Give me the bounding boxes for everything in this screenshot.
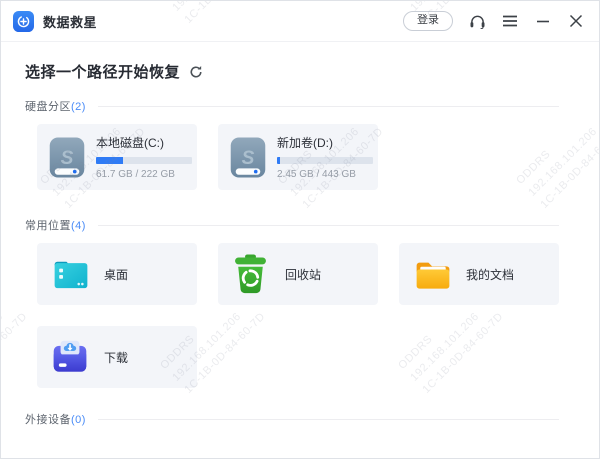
minimize-icon[interactable]: [534, 12, 552, 30]
location-card-documents[interactable]: 我的文档: [399, 243, 559, 305]
headset-icon[interactable]: [468, 12, 486, 30]
hard-drive-icon: S: [228, 135, 268, 180]
location-card-desktop[interactable]: 桌面: [37, 243, 197, 305]
section-external-header: 外接设备(0): [25, 411, 559, 427]
close-icon[interactable]: [567, 12, 585, 30]
location-name: 回收站: [285, 266, 321, 283]
drive-card-d[interactable]: S 新加卷(D:) 2.45 GB / 443 GB: [218, 124, 378, 190]
hard-drive-icon: S: [47, 135, 87, 180]
divider: [98, 419, 559, 420]
location-card-downloads[interactable]: 下载: [37, 326, 197, 388]
refresh-icon[interactable]: [189, 65, 203, 79]
desktop-folder-icon: [51, 254, 91, 294]
section-count: (4): [71, 220, 86, 232]
location-name: 我的文档: [466, 266, 514, 283]
main-content: 选择一个路径开始恢复 硬盘分区(2): [1, 61, 599, 427]
drive-name: 本地磁盘(C:): [96, 134, 186, 151]
location-card-recycle-bin[interactable]: 回收站: [218, 243, 378, 305]
drive-usage-text: 2.45 GB / 443 GB: [277, 169, 367, 180]
section-partitions-header: 硬盘分区(2): [25, 98, 559, 114]
titlebar-controls: 登录: [403, 11, 585, 31]
page-title: 选择一个路径开始恢复: [25, 61, 180, 82]
app-title: 数据救星: [43, 12, 97, 31]
svg-text:S: S: [242, 147, 255, 168]
section-label: 常用位置(4): [25, 217, 86, 233]
app-logo-icon: [13, 11, 34, 32]
app-window: 数据救星 登录: [0, 0, 600, 459]
drive-usage-bar: [96, 157, 192, 164]
location-name: 桌面: [104, 266, 128, 283]
section-count: (0): [71, 414, 86, 426]
documents-folder-icon: [413, 254, 453, 294]
divider: [98, 106, 559, 107]
drive-usage-bar: [277, 157, 373, 164]
downloads-icon: [51, 337, 91, 377]
recycle-bin-icon: [232, 254, 272, 294]
svg-text:S: S: [61, 147, 74, 168]
menu-icon[interactable]: [501, 12, 519, 30]
section-label: 硬盘分区(2): [25, 98, 86, 114]
divider: [98, 225, 559, 226]
section-locations-header: 常用位置(4): [25, 217, 559, 233]
section-count: (2): [71, 101, 86, 113]
titlebar: 数据救星 登录: [1, 1, 599, 42]
section-label: 外接设备(0): [25, 411, 86, 427]
drive-card-c[interactable]: S 本地磁盘(C:) 61.7 GB / 222 GB: [37, 124, 197, 190]
login-button[interactable]: 登录: [403, 11, 453, 31]
location-name: 下载: [104, 349, 128, 366]
drive-name: 新加卷(D:): [277, 134, 367, 151]
drive-usage-text: 61.7 GB / 222 GB: [96, 169, 186, 180]
